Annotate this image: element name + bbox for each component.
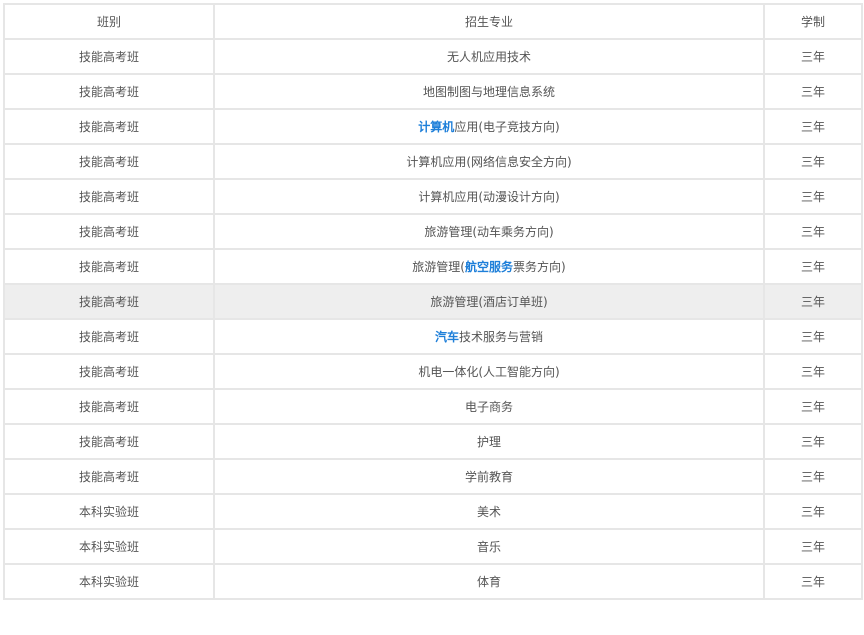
- duration-cell: 三年: [763, 38, 863, 75]
- major-text: 机电一体化(人工智能方向): [418, 365, 560, 379]
- header-major: 招生专业: [213, 3, 765, 40]
- major-text: 票务方向): [513, 260, 566, 274]
- table-header: 班别 招生专业 学制: [3, 3, 863, 40]
- class-cell: 技能高考班: [3, 38, 215, 75]
- major-cell: 体育: [213, 563, 765, 600]
- table-row: 技能高考班 护理 三年: [3, 423, 863, 460]
- duration-cell: 三年: [763, 563, 863, 600]
- major-text: 美术: [476, 505, 501, 519]
- class-cell: 本科实验班: [3, 528, 215, 565]
- major-cell: 学前教育: [213, 458, 765, 495]
- keyword-link[interactable]: 计算机: [418, 120, 454, 134]
- class-cell: 技能高考班: [3, 73, 215, 110]
- class-cell: 技能高考班: [3, 353, 215, 390]
- duration-cell: 三年: [763, 283, 863, 320]
- class-cell: 本科实验班: [3, 563, 215, 600]
- major-cell: 机电一体化(人工智能方向): [213, 353, 765, 390]
- major-cell: 计算机应用(电子竞技方向): [213, 108, 765, 145]
- class-cell: 技能高考班: [3, 108, 215, 145]
- duration-cell: 三年: [763, 248, 863, 285]
- duration-cell: 三年: [763, 143, 863, 180]
- duration-cell: 三年: [763, 353, 863, 390]
- table-row: 技能高考班 地图制图与地理信息系统 三年: [3, 73, 863, 110]
- major-text: 学前教育: [464, 470, 513, 484]
- duration-cell: 三年: [763, 458, 863, 495]
- table-row: 技能高考班 汽车技术服务与营销 三年: [3, 318, 863, 355]
- major-cell: 地图制图与地理信息系统: [213, 73, 765, 110]
- major-cell: 汽车技术服务与营销: [213, 318, 765, 355]
- class-cell: 技能高考班: [3, 423, 215, 460]
- major-cell: 护理: [213, 423, 765, 460]
- class-cell: 技能高考班: [3, 178, 215, 215]
- major-text: 护理: [476, 435, 501, 449]
- class-cell: 技能高考班: [3, 283, 215, 320]
- table-row: 技能高考班 旅游管理(航空服务票务方向) 三年: [3, 248, 863, 285]
- table-row: 技能高考班 计算机应用(动漫设计方向) 三年: [3, 178, 863, 215]
- duration-cell: 三年: [763, 528, 863, 565]
- class-cell: 技能高考班: [3, 248, 215, 285]
- duration-cell: 三年: [763, 213, 863, 250]
- header-class: 班别: [3, 3, 215, 40]
- duration-cell: 三年: [763, 388, 863, 425]
- table-row: 技能高考班 计算机应用(网络信息安全方向) 三年: [3, 143, 863, 180]
- duration-cell: 三年: [763, 423, 863, 460]
- header-row: 班别 招生专业 学制: [3, 3, 863, 40]
- table-row: 技能高考班 计算机应用(电子竞技方向) 三年: [3, 108, 863, 145]
- table-body: 技能高考班 无人机应用技术 三年 技能高考班 地图制图与地理信息系统 三年 技能高考班 计算机…: [3, 38, 863, 600]
- major-cell: 电子商务: [213, 388, 765, 425]
- major-cell: 计算机应用(网络信息安全方向): [213, 143, 765, 180]
- major-cell: 计算机应用(动漫设计方向): [213, 178, 765, 215]
- major-text: 电子商务: [464, 400, 513, 414]
- major-text: 体育: [476, 575, 501, 589]
- header-duration: 学制: [763, 3, 863, 40]
- class-cell: 技能高考班: [3, 213, 215, 250]
- major-cell: 旅游管理(航空服务票务方向): [213, 248, 765, 285]
- enrollment-table: 班别 招生专业 学制 技能高考班 无人机应用技术 三年 技能高考班 地图制图与地理信息系…: [3, 3, 863, 600]
- major-text: 旅游管理(酒店订单班): [430, 295, 548, 309]
- table-row: 本科实验班 音乐 三年: [3, 528, 863, 565]
- table-row: 本科实验班 美术 三年: [3, 493, 863, 530]
- duration-cell: 三年: [763, 493, 863, 530]
- major-text: 音乐: [476, 540, 501, 554]
- class-cell: 本科实验班: [3, 493, 215, 530]
- table-row: 技能高考班 旅游管理(动车乘务方向) 三年: [3, 213, 863, 250]
- duration-cell: 三年: [763, 108, 863, 145]
- duration-cell: 三年: [763, 178, 863, 215]
- class-cell: 技能高考班: [3, 143, 215, 180]
- class-cell: 技能高考班: [3, 458, 215, 495]
- major-text: 技术服务与营销: [459, 330, 544, 344]
- major-cell: 音乐: [213, 528, 765, 565]
- major-text: 应用(电子竞技方向): [454, 120, 560, 134]
- major-text: 无人机应用技术: [446, 50, 531, 64]
- table-row: 技能高考班 机电一体化(人工智能方向) 三年: [3, 353, 863, 390]
- enrollment-table-container: 班别 招生专业 学制 技能高考班 无人机应用技术 三年 技能高考班 地图制图与地理信息系…: [3, 3, 863, 600]
- keyword-link[interactable]: 汽车: [435, 330, 459, 344]
- table-row: 本科实验班 体育 三年: [3, 563, 863, 600]
- major-text: 地图制图与地理信息系统: [422, 85, 555, 99]
- major-cell: 美术: [213, 493, 765, 530]
- table-row: 技能高考班 无人机应用技术 三年: [3, 38, 863, 75]
- major-text: 旅游管理(动车乘务方向): [424, 225, 554, 239]
- major-text: 旅游管理(: [412, 260, 465, 274]
- major-cell: 无人机应用技术: [213, 38, 765, 75]
- major-text: 计算机应用(动漫设计方向): [418, 190, 560, 204]
- major-cell: 旅游管理(酒店订单班): [213, 283, 765, 320]
- keyword-link[interactable]: 航空服务: [465, 260, 513, 274]
- table-row: 技能高考班 学前教育 三年: [3, 458, 863, 495]
- duration-cell: 三年: [763, 318, 863, 355]
- duration-cell: 三年: [763, 73, 863, 110]
- class-cell: 技能高考班: [3, 388, 215, 425]
- table-row: 技能高考班 旅游管理(酒店订单班) 三年: [3, 283, 863, 320]
- major-text: 计算机应用(网络信息安全方向): [406, 155, 572, 169]
- major-cell: 旅游管理(动车乘务方向): [213, 213, 765, 250]
- class-cell: 技能高考班: [3, 318, 215, 355]
- table-row: 技能高考班 电子商务 三年: [3, 388, 863, 425]
